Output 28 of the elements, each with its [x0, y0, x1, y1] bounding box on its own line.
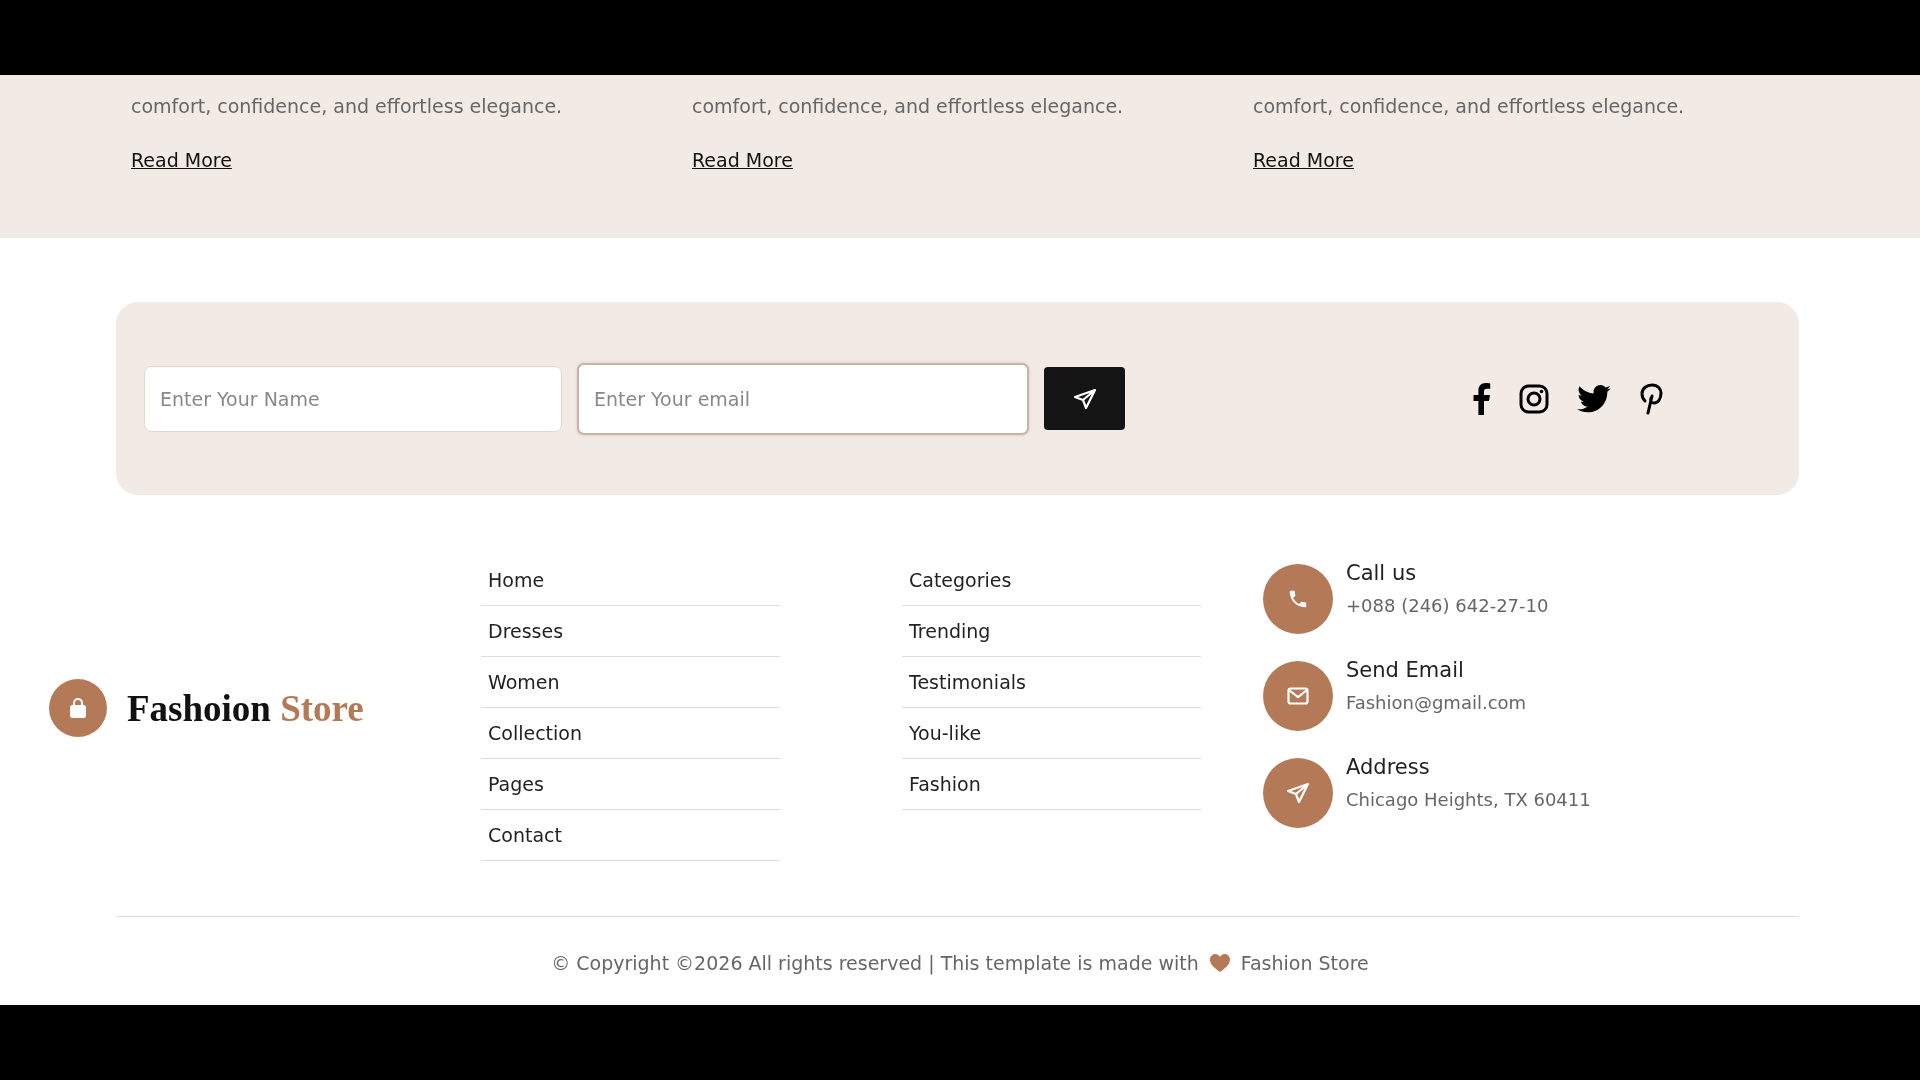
- post-excerpt: comfort, confidence, and effortless elegance.: [1253, 94, 1686, 119]
- footer-link[interactable]: Dresses: [481, 606, 780, 657]
- brand-logo[interactable]: Fashoion Store: [127, 686, 364, 730]
- contact-value: +088 (246) 642-27-10: [1346, 594, 1549, 618]
- contact-value: Chicago Heights, TX 60411: [1346, 788, 1591, 812]
- footer-link[interactable]: Women: [481, 657, 780, 708]
- footer-link[interactable]: You-like: [902, 708, 1201, 759]
- post-excerpt: comfort, confidence, and effortless elegance.: [692, 94, 1125, 119]
- footer-link[interactable]: Testimonials: [902, 657, 1201, 708]
- copyright-text: © Copyright ©2026 All rights reserved | This template is made with: [551, 951, 1199, 974]
- copyright-brand: Fashion Store: [1240, 951, 1369, 974]
- footer-link[interactable]: Home: [481, 555, 780, 606]
- read-more-link[interactable]: Read More: [131, 149, 232, 171]
- contact-value: Fashion@gmail.com: [1346, 691, 1527, 715]
- read-more-link[interactable]: Read More: [692, 149, 793, 171]
- contact-title: Call us: [1346, 560, 1418, 587]
- email-field[interactable]: Enter Your email: [577, 362, 1029, 435]
- footer-link[interactable]: Fashion: [902, 759, 1201, 810]
- footer-link[interactable]: Collection: [481, 708, 780, 759]
- read-more-link[interactable]: Read More: [1253, 149, 1354, 171]
- footer-link[interactable]: Categories: [902, 555, 1201, 606]
- post-excerpt: comfort, confidence, and effortless elegance.: [131, 94, 564, 119]
- contact-title: Address: [1346, 754, 1431, 781]
- contact-title: Send Email: [1346, 657, 1465, 684]
- name-field[interactable]: Enter Your Name: [144, 365, 562, 432]
- footer-link[interactable]: Contact: [481, 810, 780, 861]
- footer-link[interactable]: Pages: [481, 759, 780, 810]
- footer-link[interactable]: Trending: [902, 606, 1201, 657]
